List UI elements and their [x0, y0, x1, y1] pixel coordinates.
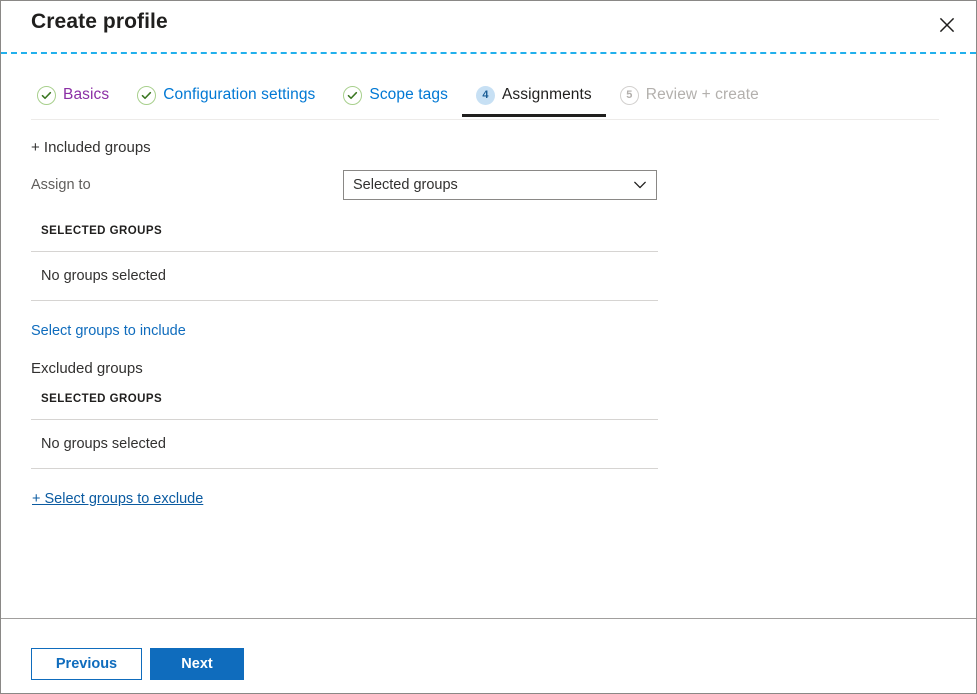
- assignments-form: + Included groups Assign to Selected gro…: [1, 138, 976, 509]
- table-column-header: SELECTED GROUPS: [41, 393, 163, 405]
- dialog-header: Create profile: [1, 1, 976, 52]
- tab-configuration-settings[interactable]: Configuration settings: [123, 84, 329, 117]
- header-dashed-divider: [1, 52, 976, 54]
- tab-label: Scope tags: [369, 86, 448, 103]
- included-groups-table: SELECTED GROUPS No groups selected: [31, 225, 658, 301]
- wizard-steps: Basics Configuration settings Scope tags: [1, 84, 976, 120]
- dialog-footer: Previous Next: [1, 619, 976, 693]
- step-number-badge: 4: [475, 85, 495, 105]
- chevron-down-icon: [633, 178, 647, 192]
- check-icon: [137, 85, 157, 105]
- tab-label: Assignments: [501, 86, 592, 103]
- check-icon: [37, 85, 56, 105]
- close-icon: [938, 16, 956, 34]
- included-groups-heading: + Included groups: [31, 139, 151, 156]
- table-divider: [31, 468, 658, 469]
- excluded-groups-table: SELECTED GROUPS No groups selected: [31, 393, 658, 469]
- assign-to-row: Assign to Selected groups: [31, 170, 946, 200]
- tab-assignments[interactable]: 4 Assignments: [461, 84, 606, 117]
- table-row: No groups selected: [41, 268, 166, 284]
- tab-label: Review + create: [645, 86, 759, 103]
- tab-label: Basics: [63, 86, 110, 103]
- select-groups-to-exclude-link[interactable]: + Select groups to exclude: [32, 489, 203, 509]
- next-button[interactable]: Next: [150, 648, 244, 680]
- create-profile-dialog: Create profile Basics Configuration sett…: [0, 0, 977, 694]
- table-column-header: SELECTED GROUPS: [41, 225, 163, 237]
- tab-review-create[interactable]: 5 Review + create: [606, 84, 773, 117]
- tab-scope-tags[interactable]: Scope tags: [329, 84, 462, 117]
- excluded-groups-heading: Excluded groups: [31, 360, 143, 377]
- assign-to-label: Assign to: [31, 177, 91, 193]
- table-divider: [31, 300, 658, 301]
- table-row: No groups selected: [41, 436, 166, 452]
- previous-button[interactable]: Previous: [31, 648, 142, 680]
- page-title: Create profile: [31, 10, 168, 33]
- tabs-baseline: [31, 119, 939, 120]
- select-groups-to-include-link[interactable]: Select groups to include: [31, 321, 186, 341]
- check-icon: [343, 85, 363, 105]
- assign-to-select[interactable]: Selected groups: [343, 170, 657, 200]
- tab-label: Configuration settings: [163, 86, 316, 103]
- assign-to-selected-value: Selected groups: [353, 177, 458, 193]
- tab-basics[interactable]: Basics: [23, 84, 123, 117]
- close-button[interactable]: [926, 5, 968, 45]
- step-number-badge: 5: [619, 85, 639, 105]
